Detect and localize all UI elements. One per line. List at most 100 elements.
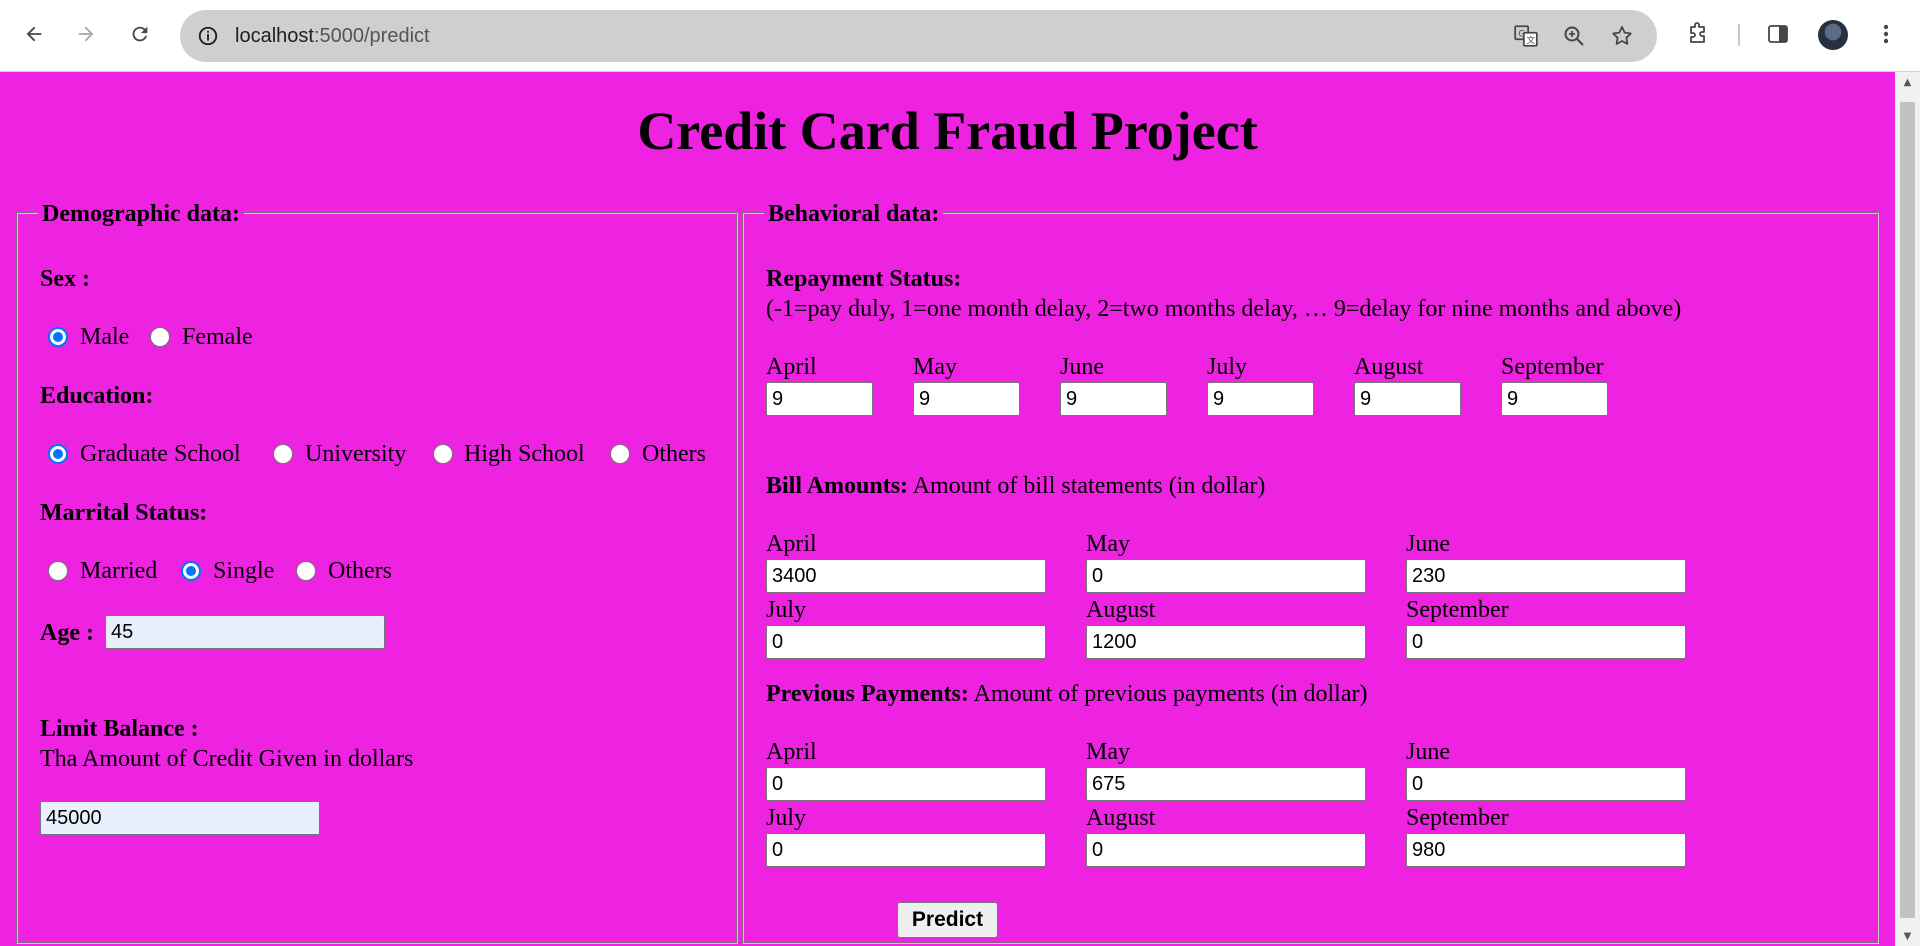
forward-button[interactable]: [66, 14, 106, 54]
forward-arrow-icon: [78, 26, 94, 42]
browser-toolbar: localhost:5000/predict G文: [0, 0, 1920, 72]
education-label: Education:: [40, 383, 154, 409]
pay-month-label: April: [766, 739, 817, 765]
url-path: :5000/predict: [313, 25, 430, 47]
url-host: localhost: [235, 25, 314, 47]
repay-input[interactable]: 9: [1060, 382, 1167, 416]
pay-input[interactable]: 980: [1406, 833, 1686, 867]
pay-month-label: August: [1086, 805, 1156, 831]
repay-input[interactable]: 9: [1501, 382, 1608, 416]
sex-radio-female[interactable]: [150, 327, 170, 347]
education-radio-highschool[interactable]: [433, 444, 453, 464]
sex-option-male[interactable]: Male: [80, 322, 129, 352]
marital-radio-married[interactable]: [48, 561, 68, 581]
marital-label: Marrital Status:: [40, 500, 208, 526]
bill-input[interactable]: 0: [1406, 625, 1686, 659]
extensions-icon[interactable]: [1680, 16, 1716, 52]
url-text[interactable]: localhost:5000/predict: [235, 22, 430, 50]
sex-radio-male[interactable]: [48, 327, 68, 347]
bill-amounts-description: Amount of bill statements (in dollar): [912, 473, 1266, 499]
side-panel-icon[interactable]: [1760, 16, 1796, 52]
more-menu-icon[interactable]: [1868, 16, 1904, 52]
bill-month-label: May: [1086, 531, 1130, 557]
bill-month-label: August: [1086, 597, 1156, 623]
previous-payments-label: Previous Payments:: [766, 681, 969, 707]
demographic-legend: Demographic data:: [38, 200, 244, 228]
pay-input[interactable]: 0: [766, 833, 1046, 867]
behavioral-fieldset: Behavioral data: Repayment Status: (-1=p…: [742, 200, 1879, 944]
marital-radio-single[interactable]: [181, 561, 201, 581]
scrollbar-thumb[interactable]: [1900, 102, 1915, 918]
age-label: Age :: [40, 620, 94, 646]
scroll-down-arrow-icon[interactable]: ▼: [1895, 926, 1920, 946]
back-button[interactable]: [14, 14, 54, 54]
education-radio-graduate[interactable]: [48, 444, 68, 464]
bill-month-label: April: [766, 531, 817, 557]
bill-input[interactable]: 0: [766, 625, 1046, 659]
repay-month-label: September: [1501, 354, 1604, 380]
repay-input[interactable]: 9: [766, 382, 873, 416]
education-option-graduate[interactable]: Graduate School: [80, 439, 241, 469]
bill-input[interactable]: 0: [1086, 559, 1366, 593]
marital-option-single[interactable]: Single: [213, 556, 274, 586]
repay-month-label: May: [913, 354, 957, 380]
pay-input[interactable]: 0: [1086, 833, 1366, 867]
sex-label: Sex :: [40, 266, 90, 292]
pay-input[interactable]: 0: [1406, 767, 1686, 801]
zoom-icon[interactable]: [1558, 20, 1590, 52]
education-radio-university[interactable]: [273, 444, 293, 464]
sex-option-female[interactable]: Female: [182, 322, 253, 352]
toolbar-divider: [1738, 24, 1740, 46]
behavioral-legend: Behavioral data:: [764, 200, 944, 228]
repay-input[interactable]: 9: [1354, 382, 1461, 416]
previous-payments-description: Amount of previous payments (in dollar): [973, 681, 1368, 707]
site-info-icon[interactable]: [196, 24, 220, 48]
previous-payments-heading: Previous Payments: Amount of previous pa…: [766, 679, 1368, 709]
limit-balance-label: Limit Balance :: [40, 716, 199, 742]
repay-month-label: August: [1354, 354, 1424, 380]
svg-text:文: 文: [1527, 34, 1536, 46]
reload-button[interactable]: [120, 14, 160, 54]
bill-input[interactable]: 230: [1406, 559, 1686, 593]
limit-balance-input[interactable]: 45000: [40, 801, 320, 835]
age-input[interactable]: 45: [105, 615, 385, 649]
marital-option-others[interactable]: Others: [328, 556, 392, 586]
limit-balance-description: Tha Amount of Credit Given in dollars: [40, 746, 414, 772]
repayment-status-label: Repayment Status:: [766, 266, 962, 292]
marital-radio-others[interactable]: [296, 561, 316, 581]
address-bar[interactable]: localhost:5000/predict G文: [180, 10, 1657, 62]
pay-month-label: June: [1406, 739, 1450, 765]
reload-icon: [132, 26, 148, 42]
repay-month-label: April: [766, 354, 817, 380]
education-option-highschool[interactable]: High School: [464, 439, 585, 469]
pay-month-label: July: [766, 805, 807, 831]
bill-month-label: July: [766, 597, 807, 623]
bill-input[interactable]: 1200: [1086, 625, 1366, 659]
repayment-status-description: (-1=pay duly, 1=one month delay, 2=two m…: [766, 296, 1682, 322]
translate-icon[interactable]: G文: [1510, 20, 1542, 52]
education-option-others[interactable]: Others: [642, 439, 706, 469]
back-arrow-icon: [26, 26, 42, 42]
scroll-up-arrow-icon[interactable]: ▲: [1895, 72, 1920, 92]
page-content: Credit Card Fraud Project Demographic da…: [0, 72, 1895, 946]
bill-month-label: June: [1406, 531, 1450, 557]
repay-input[interactable]: 9: [913, 382, 1020, 416]
pay-month-label: September: [1406, 805, 1509, 831]
bill-amounts-heading: Bill Amounts: Amount of bill statements …: [766, 471, 1265, 501]
profile-avatar[interactable]: [1818, 20, 1848, 50]
marital-option-married[interactable]: Married: [80, 556, 157, 586]
page-title: Credit Card Fraud Project: [637, 101, 1258, 161]
predict-button[interactable]: Predict: [897, 902, 998, 938]
page-scrollbar[interactable]: ▲ ▼: [1895, 72, 1920, 946]
bookmark-star-icon[interactable]: [1606, 20, 1638, 52]
bill-amounts-label: Bill Amounts:: [766, 473, 909, 499]
repay-month-label: June: [1060, 354, 1104, 380]
repay-input[interactable]: 9: [1207, 382, 1314, 416]
demographic-fieldset: Demographic data: Sex : Male Female Educ…: [16, 200, 738, 944]
bill-input[interactable]: 3400: [766, 559, 1046, 593]
bill-month-label: September: [1406, 597, 1509, 623]
education-option-university[interactable]: University: [305, 439, 406, 469]
pay-input[interactable]: 675: [1086, 767, 1366, 801]
education-radio-others[interactable]: [610, 444, 630, 464]
pay-input[interactable]: 0: [766, 767, 1046, 801]
